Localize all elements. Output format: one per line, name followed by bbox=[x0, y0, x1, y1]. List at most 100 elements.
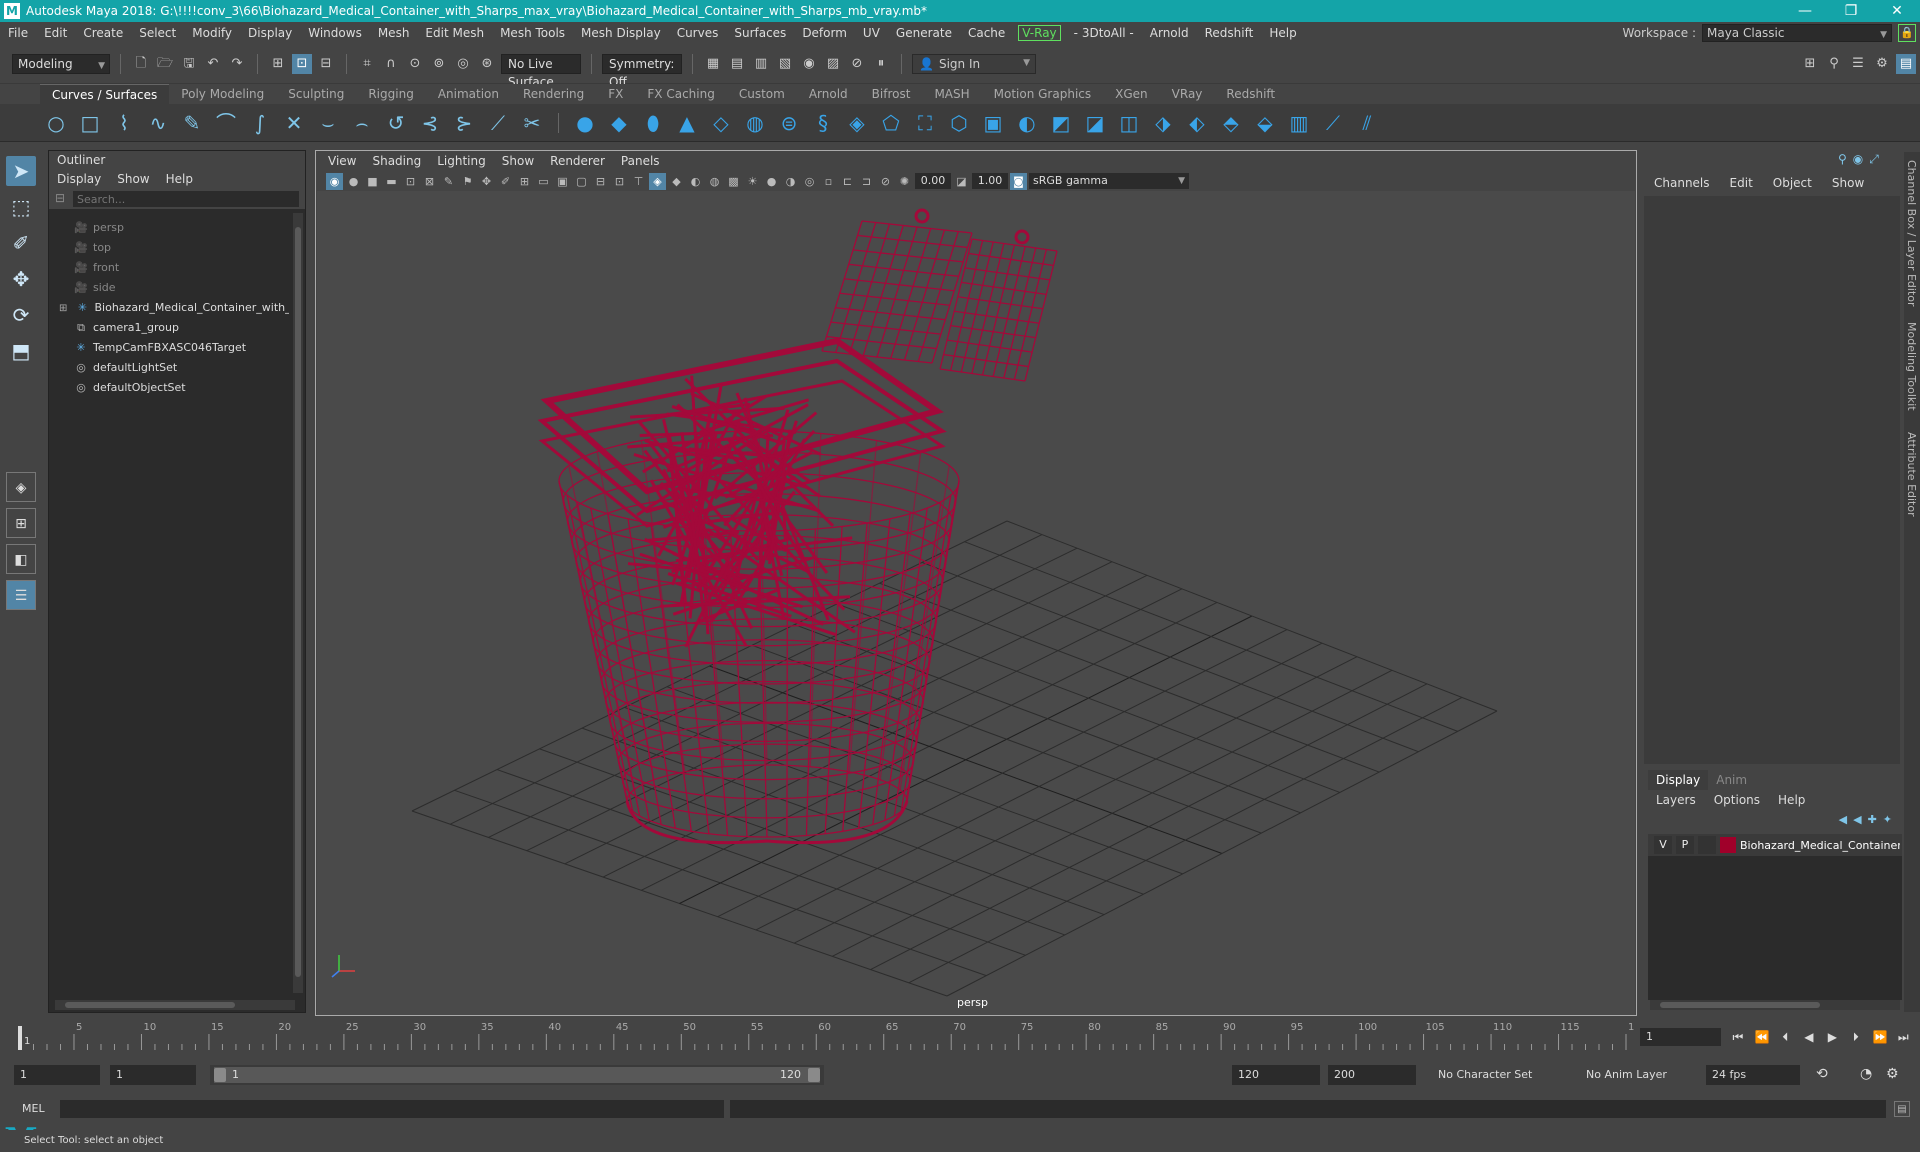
exposure-field[interactable]: 0.00 bbox=[915, 173, 951, 189]
arc-icon[interactable]: ⌒ bbox=[212, 109, 240, 137]
trim-icon[interactable]: ◩ bbox=[1047, 109, 1075, 137]
use-all-lights-icon[interactable]: ▩ bbox=[725, 173, 742, 190]
layer-menu-help[interactable]: Help bbox=[1778, 790, 1805, 810]
channel-box-menu-show[interactable]: Show bbox=[1832, 170, 1864, 196]
menu-3dtoall[interactable]: - 3DtoAll - bbox=[1066, 26, 1142, 40]
camera-attributes-icon[interactable]: ● bbox=[345, 173, 362, 190]
shelf-tab-curves-surfaces[interactable]: Curves / Surfaces bbox=[40, 83, 170, 105]
outliner-item-default-light-set[interactable]: ◎ defaultLightSet bbox=[49, 358, 289, 378]
birail-icon[interactable]: ⛶ bbox=[911, 109, 939, 137]
shelf-tab-animation[interactable]: Animation bbox=[426, 84, 511, 104]
extend-curve-icon[interactable]: ⟋ bbox=[484, 109, 512, 137]
hypershade-icon[interactable]: ◉ bbox=[799, 54, 819, 74]
nurbs-torus-icon[interactable]: ◍ bbox=[741, 109, 769, 137]
outliner-menu-help[interactable]: Help bbox=[166, 169, 193, 189]
channel-box-menu-object[interactable]: Object bbox=[1773, 170, 1812, 196]
multisample-aa-icon[interactable]: ◎ bbox=[801, 173, 818, 190]
shelf-tab-rendering[interactable]: Rendering bbox=[511, 84, 596, 104]
render-frame-icon[interactable]: ▤ bbox=[727, 54, 747, 74]
character-controls-icon[interactable]: ⚲ bbox=[1824, 54, 1844, 74]
ep-curve-icon[interactable]: ∿ bbox=[144, 109, 172, 137]
untrim-icon[interactable]: ◪ bbox=[1081, 109, 1109, 137]
menu-select[interactable]: Select bbox=[131, 26, 184, 40]
resolution-gate-icon[interactable]: ▣ bbox=[554, 173, 571, 190]
playback-start-field[interactable]: 1 bbox=[110, 1065, 196, 1085]
color-space-dropdown[interactable]: sRGB gamma bbox=[1029, 173, 1189, 189]
select-tool-icon[interactable]: ➤ bbox=[6, 156, 36, 186]
snap-live-icon[interactable]: ⊛ bbox=[477, 54, 497, 74]
close-button[interactable]: ✕ bbox=[1874, 0, 1920, 22]
xray-icon[interactable]: ⊐ bbox=[858, 173, 875, 190]
shelf-tab-xgen[interactable]: XGen bbox=[1103, 84, 1160, 104]
detach-curves-icon[interactable]: ⌢ bbox=[348, 109, 376, 137]
bezier-icon[interactable]: ∫ bbox=[246, 109, 274, 137]
bookmark-flag-icon[interactable]: ⚑ bbox=[459, 173, 476, 190]
step-forward-key-icon[interactable]: ⏩ bbox=[1873, 1030, 1888, 1044]
menu-deform[interactable]: Deform bbox=[794, 26, 855, 40]
persp-graph-layout-icon[interactable]: ◧ bbox=[6, 544, 36, 574]
script-editor-icon[interactable]: ▤ bbox=[1894, 1101, 1910, 1117]
cv-curve-icon[interactable]: ⌇ bbox=[110, 109, 138, 137]
2d-pan-zoom-icon[interactable]: ⊠ bbox=[421, 173, 438, 190]
ipr-render-icon[interactable]: ▥ bbox=[751, 54, 771, 74]
step-forward-frame-icon[interactable]: ⏵ bbox=[1849, 1030, 1862, 1045]
command-input[interactable] bbox=[60, 1100, 724, 1118]
undo-icon[interactable]: ↶ bbox=[203, 54, 223, 74]
auto-key-icon[interactable]: ◔ bbox=[1860, 1066, 1872, 1082]
current-time-marker[interactable] bbox=[18, 1026, 22, 1050]
shelf-tab-mash[interactable]: MASH bbox=[922, 84, 981, 104]
playback-end-field[interactable]: 120 bbox=[1232, 1065, 1320, 1085]
shelf-tab-rigging[interactable]: Rigging bbox=[356, 84, 425, 104]
curve-intersect-icon[interactable]: ✕ bbox=[280, 109, 308, 137]
redo-icon[interactable]: ↷ bbox=[227, 54, 247, 74]
menu-create[interactable]: Create bbox=[75, 26, 131, 40]
insert-isoparm-icon[interactable]: ⬙ bbox=[1251, 109, 1279, 137]
gate-mask-icon[interactable]: ▢ bbox=[573, 173, 590, 190]
new-layer-selected-icon[interactable]: ✦ bbox=[1883, 810, 1892, 830]
menu-modify[interactable]: Modify bbox=[184, 26, 240, 40]
maximize-button[interactable]: ❐ bbox=[1828, 0, 1874, 22]
loft-icon[interactable]: § bbox=[809, 109, 837, 137]
project-curve-icon[interactable]: ◫ bbox=[1115, 109, 1143, 137]
menu-curves[interactable]: Curves bbox=[669, 26, 727, 40]
extend-surface-icon[interactable]: ▥ bbox=[1285, 109, 1313, 137]
tab-display[interactable]: Display bbox=[1648, 770, 1709, 790]
shelf-tab-bifrost[interactable]: Bifrost bbox=[860, 84, 923, 104]
shelf-tab-redshift[interactable]: Redshift bbox=[1214, 84, 1287, 104]
play-backwards-icon[interactable]: ◀ bbox=[1802, 1030, 1815, 1044]
outliner-item-tempcam-target[interactable]: ✳ TempCamFBXASC046Target bbox=[49, 338, 289, 358]
boundary-icon[interactable]: ⬡ bbox=[945, 109, 973, 137]
extrude-icon[interactable]: ⬠ bbox=[877, 109, 905, 137]
outliner-item-side[interactable]: 🎥 side bbox=[49, 278, 289, 298]
layer-menu-options[interactable]: Options bbox=[1714, 790, 1760, 810]
script-language-label[interactable]: MEL bbox=[22, 1096, 45, 1122]
menu-display[interactable]: Display bbox=[240, 26, 300, 40]
menu-mesh-tools[interactable]: Mesh Tools bbox=[492, 26, 573, 40]
go-to-end-icon[interactable]: ⏭ bbox=[1897, 1030, 1910, 1045]
image-plane-icon[interactable]: ▬ bbox=[383, 173, 400, 190]
workspace-dropdown[interactable]: Maya Classic bbox=[1702, 24, 1892, 43]
menu-help[interactable]: Help bbox=[1261, 26, 1304, 40]
motion-blur-icon[interactable]: ◑ bbox=[782, 173, 799, 190]
viewport-menu-view[interactable]: View bbox=[320, 151, 364, 171]
snap-point-icon[interactable]: ⊙ bbox=[405, 54, 425, 74]
expand-icon[interactable]: ⊞ bbox=[59, 299, 71, 318]
menu-edit[interactable]: Edit bbox=[36, 26, 75, 40]
range-end-handle[interactable] bbox=[808, 1068, 820, 1082]
screen-space-ao-icon[interactable]: ● bbox=[763, 173, 780, 190]
pencil-curve-icon[interactable]: ✎ bbox=[178, 109, 206, 137]
four-view-layout-icon[interactable]: ⊞ bbox=[6, 508, 36, 538]
time-slider[interactable]: 5 10 15 20 25 30 35 40 45 50 55 60 65 70 75 80 85 90 95 100… bbox=[14, 1020, 1647, 1054]
filter-icon[interactable]: ⊟ bbox=[55, 191, 65, 205]
outliner-menu-show[interactable]: Show bbox=[117, 169, 149, 189]
play-forwards-icon[interactable]: ▶ bbox=[1826, 1030, 1839, 1044]
outliner-vertical-scrollbar[interactable] bbox=[293, 213, 303, 993]
side-tab-attribute-editor[interactable]: Attribute Editor bbox=[1905, 432, 1918, 517]
film-gate-icon[interactable]: ▭ bbox=[535, 173, 552, 190]
bevel-plus-icon[interactable]: ◐ bbox=[1013, 109, 1041, 137]
scale-tool-icon[interactable]: ⬒ bbox=[6, 336, 36, 366]
channel-box-settings-icon[interactable]: ◉ bbox=[1853, 152, 1863, 167]
save-scene-icon[interactable]: 🖫 bbox=[179, 54, 199, 74]
textured-icon[interactable]: ◍ bbox=[706, 173, 723, 190]
channel-box-toggle-icon[interactable]: ⚲ bbox=[1838, 152, 1847, 167]
